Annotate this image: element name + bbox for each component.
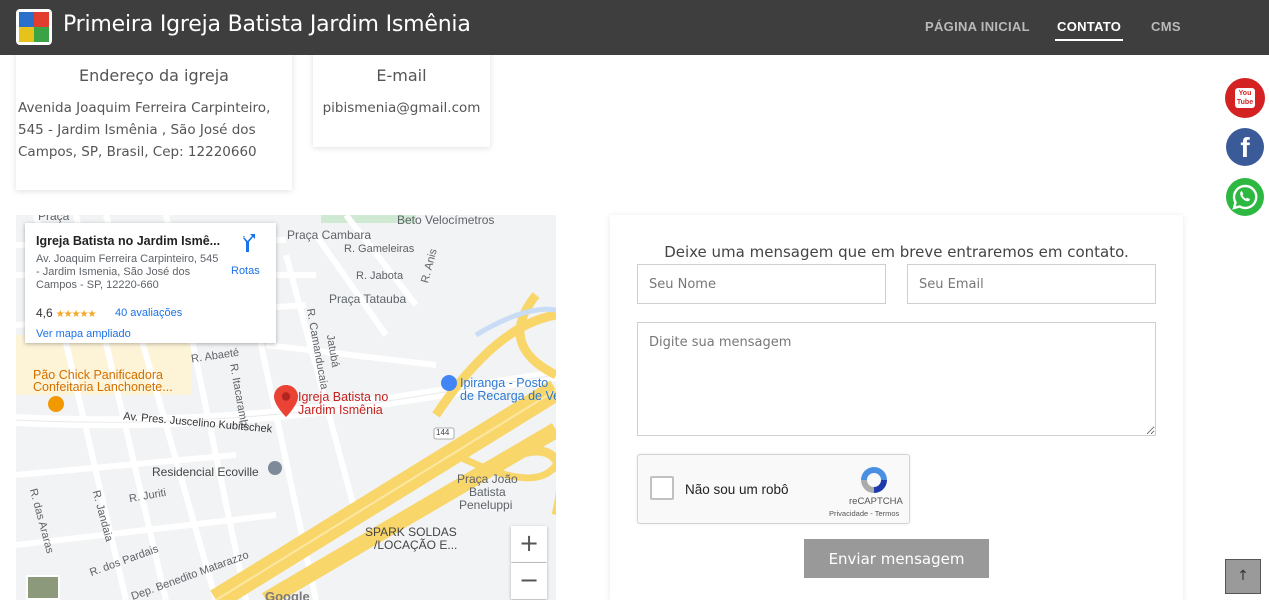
message-textarea[interactable] xyxy=(637,322,1156,436)
map-zoom-in-button[interactable]: + xyxy=(511,526,547,562)
active-nav-indicator xyxy=(1055,39,1123,41)
nav-cms[interactable]: CMS xyxy=(1151,19,1181,34)
map-label-route-144: 144 xyxy=(436,428,450,437)
map-label-church-1: Igreja Batista no xyxy=(298,390,389,404)
directions-icon[interactable] xyxy=(236,234,256,254)
map-label-gameleiras: R. Gameleiras xyxy=(344,243,415,255)
facebook-label: f xyxy=(1240,132,1250,163)
address-card: Endereço da igreja Avenida Joaquim Ferre… xyxy=(16,40,292,190)
contact-form-card: Deixe uma mensagem que em breve entrarem… xyxy=(610,215,1183,600)
email-card: E-mail pibismenia@gmail.com xyxy=(313,40,490,147)
map-label-confeitaria: Confeitaria Lanchonete... xyxy=(33,380,173,394)
google-map[interactable]: Praça Beto Velocímetros Praça Cambara R.… xyxy=(16,215,556,600)
whatsapp-icon[interactable] xyxy=(1226,178,1264,216)
map-label-ipiranga-2: de Recarga de Ve xyxy=(460,389,556,403)
site-title[interactable]: Primeira Igreja Batista Jardim Ismênia xyxy=(63,12,471,37)
map-label-church-2: Jardim Ismênia xyxy=(298,403,383,417)
youtube-label: You Tube xyxy=(1235,88,1255,108)
email-card-text: pibismenia@gmail.com xyxy=(322,100,481,116)
youtube-icon[interactable]: You Tube xyxy=(1225,78,1265,118)
church-logo[interactable] xyxy=(16,9,52,45)
map-label-joao-3: Peneluppi xyxy=(459,498,513,512)
name-input[interactable] xyxy=(637,264,886,304)
map-zoom-out-button[interactable]: − xyxy=(511,563,547,599)
recaptcha-label: Não sou um robô xyxy=(685,482,789,497)
email-input[interactable] xyxy=(907,264,1156,304)
gas-station-marker-icon[interactable] xyxy=(441,375,457,391)
map-reviews-link[interactable]: 40 avaliações xyxy=(115,307,182,319)
recaptcha-checkbox[interactable] xyxy=(650,476,674,500)
top-navbar: Primeira Igreja Batista Jardim Ismênia P… xyxy=(0,0,1269,55)
address-card-title: Endereço da igreja xyxy=(79,66,229,85)
rating-value: 4,6 xyxy=(36,306,53,320)
map-label-joao-1: Praça João xyxy=(457,472,518,486)
address-card-text: Avenida Joaquim Ferreira Carpinteiro, 54… xyxy=(18,100,271,160)
map-label-spark-1: SPARK SOLDAS xyxy=(365,525,457,539)
map-label-spark-2: /LOCAÇÃO E... xyxy=(374,538,458,552)
map-place-address: Av. Joaquim Ferreira Carpinteiro, 545 - … xyxy=(36,253,219,291)
residential-marker-icon[interactable] xyxy=(268,461,282,475)
nav-contact[interactable]: CONTATO xyxy=(1057,19,1121,34)
location-pin-icon[interactable] xyxy=(274,385,298,417)
map-label-residencial: Residencial Ecoville xyxy=(152,465,259,479)
map-label-ipiranga-1: Ipiranga - Posto xyxy=(460,376,549,390)
map-label-jabota: R. Jabota xyxy=(356,270,404,282)
map-info-card: Igreja Batista no Jardim Ismê... Av. Joa… xyxy=(25,223,276,343)
restaurant-marker-icon[interactable] xyxy=(48,396,64,412)
back-to-top-button[interactable]: ↑ xyxy=(1225,559,1261,594)
send-message-button[interactable]: Enviar mensagem xyxy=(804,539,989,578)
map-larger-map-link[interactable]: Ver mapa ampliado xyxy=(36,328,131,340)
map-label-praca-tatauba: Praça Tatauba xyxy=(329,292,407,306)
rating-stars: ★★★★★ xyxy=(55,309,97,320)
map-label-praca-cambara: Praça Cambara xyxy=(287,228,372,242)
map-place-rating: 4,6 ★★★★★ xyxy=(36,306,97,320)
nav-home[interactable]: PÁGINA INICIAL xyxy=(925,19,1030,34)
map-label-praca-top: Praça xyxy=(38,215,70,223)
map-place-title: Igreja Batista no Jardim Ismê... xyxy=(36,234,221,248)
recaptcha-widget: Não sou um robô reCAPTCHA Privacidade - … xyxy=(637,454,910,524)
satellite-toggle-button[interactable] xyxy=(26,575,60,600)
form-heading: Deixe uma mensagem que em breve entrarem… xyxy=(664,243,1129,261)
directions-link[interactable]: Rotas xyxy=(231,265,260,277)
map-label-joao-2: Batista xyxy=(469,485,506,499)
recaptcha-logo-icon xyxy=(861,467,887,493)
recaptcha-brand: reCAPTCHA xyxy=(849,496,903,507)
map-label-beto: Beto Velocímetros xyxy=(397,215,495,227)
email-card-title: E-mail xyxy=(376,66,427,85)
google-logo: Google xyxy=(265,589,310,600)
recaptcha-terms-link[interactable]: Privacidade - Termos xyxy=(829,509,899,518)
facebook-icon[interactable]: f xyxy=(1226,128,1264,166)
